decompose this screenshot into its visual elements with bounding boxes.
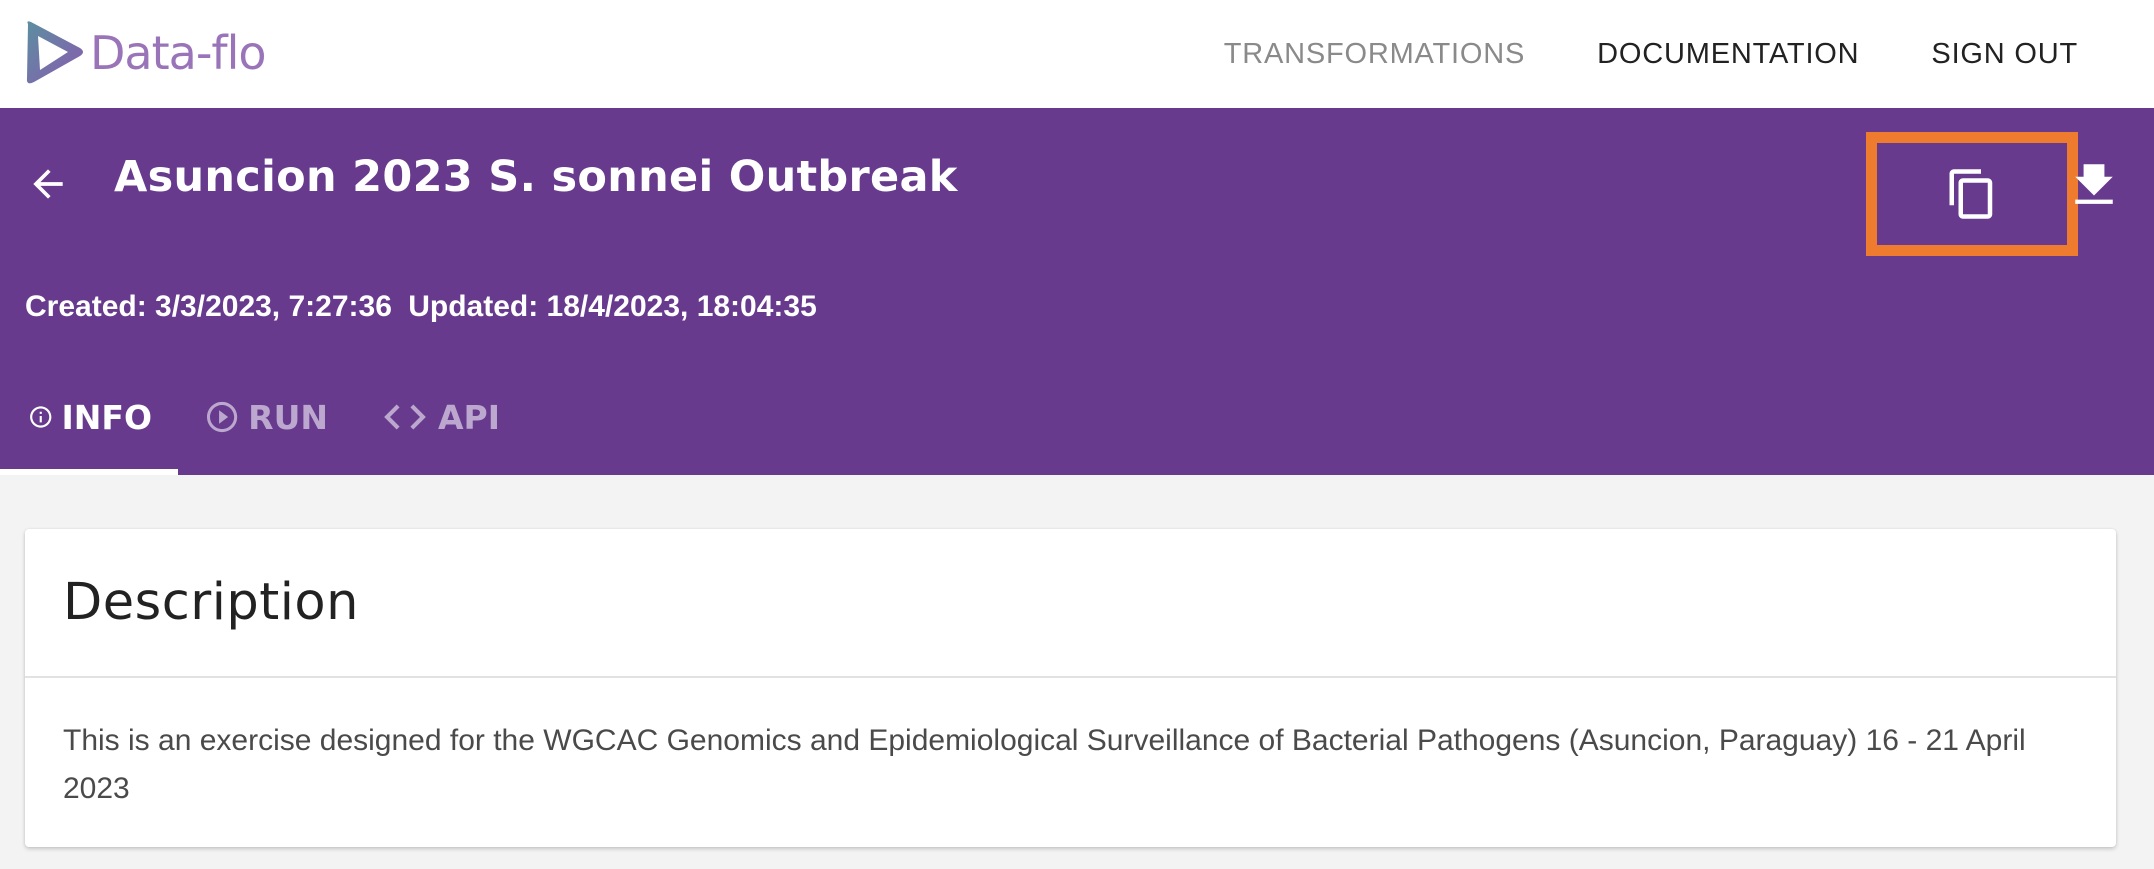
timestamps: Created: 3/3/2023, 7:27:36 Updated: 18/4…	[25, 290, 817, 324]
created-timestamp: Created: 3/3/2023, 7:27:36	[25, 290, 392, 323]
app-logo[interactable]: Data-flo	[22, 18, 267, 88]
page-title: Asuncion 2023 S. sonnei Outbreak	[114, 152, 958, 202]
copy-button[interactable]	[1866, 132, 2078, 256]
play-circle-icon	[207, 401, 238, 433]
page-header: Asuncion 2023 S. sonnei Outbreak Created…	[0, 108, 2154, 475]
tab-run[interactable]: RUN	[178, 359, 354, 475]
download-icon[interactable]	[2072, 158, 2116, 208]
nav-transformations[interactable]: TRANSFORMATIONS	[1224, 38, 1525, 71]
nav-sign-out[interactable]: SIGN OUT	[1931, 38, 2078, 71]
top-navbar: Data-flo TRANSFORMATIONS DOCUMENTATION S…	[0, 0, 2154, 108]
updated-timestamp: Updated: 18/4/2023, 18:04:35	[408, 290, 817, 323]
tab-api-label: API	[438, 397, 501, 437]
tab-bar: INFO RUN API	[0, 359, 526, 475]
nav-links: TRANSFORMATIONS DOCUMENTATION SIGN OUT	[1152, 0, 2078, 108]
card-divider	[25, 676, 2116, 678]
card-title: Description	[63, 573, 359, 632]
code-icon	[384, 404, 426, 430]
tab-api[interactable]: API	[354, 359, 526, 475]
description-text: This is an exercise designed for the WGC…	[63, 724, 2026, 805]
logo-icon	[26, 21, 83, 84]
info-icon	[30, 406, 52, 428]
nav-documentation[interactable]: DOCUMENTATION	[1597, 38, 1859, 71]
tab-info[interactable]: INFO	[0, 359, 178, 475]
copy-icon	[1949, 169, 1993, 219]
back-arrow-icon[interactable]	[26, 162, 70, 206]
tab-run-label: RUN	[248, 397, 328, 437]
logo-text: Data-flo	[90, 26, 267, 80]
description-card: Description This is an exercise designed…	[25, 529, 2116, 847]
tab-info-label: INFO	[61, 397, 153, 437]
